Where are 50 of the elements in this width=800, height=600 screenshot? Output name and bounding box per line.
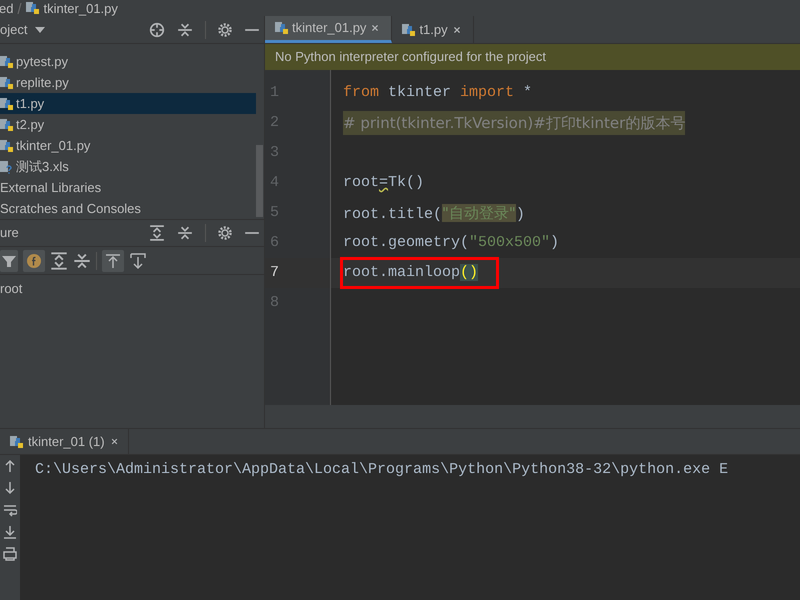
tree-item[interactable]: pytest.py bbox=[0, 51, 256, 72]
filter-icon[interactable] bbox=[0, 250, 18, 272]
panel-title: oject bbox=[0, 20, 28, 39]
console-output: C:\Users\Administrator\AppData\Local\Programs\Python\Python38-32\python.exe E bbox=[35, 460, 728, 480]
locate-icon[interactable] bbox=[149, 22, 165, 38]
expand-all-icon[interactable] bbox=[50, 252, 68, 270]
tree-item[interactable]: t2.py bbox=[0, 114, 256, 135]
tree-item[interactable]: t1.py bbox=[0, 93, 256, 114]
python-file-icon bbox=[0, 54, 14, 68]
python-file-icon bbox=[26, 1, 40, 15]
python-file-icon bbox=[10, 434, 24, 448]
breadcrumb-separator-icon bbox=[17, 2, 22, 14]
scroll-to-source-icon[interactable] bbox=[129, 252, 147, 270]
arrow-up-icon[interactable] bbox=[3, 459, 17, 473]
editor-tab[interactable]: tkinter_01.py bbox=[265, 16, 392, 43]
code-line: root=Tk() bbox=[343, 173, 424, 193]
tree-item[interactable]: 测试3.xls bbox=[0, 156, 256, 177]
structure-item[interactable]: root bbox=[0, 278, 22, 299]
collapse-all-icon[interactable] bbox=[177, 225, 193, 241]
python-file-icon bbox=[0, 96, 14, 110]
tree-item[interactable]: replite.py bbox=[0, 72, 256, 93]
show-fields-icon[interactable] bbox=[23, 250, 45, 272]
code-line: from tkinter import * bbox=[343, 83, 532, 103]
soft-wrap-icon[interactable] bbox=[3, 503, 17, 517]
python-file-icon bbox=[0, 138, 14, 152]
python-file-icon bbox=[275, 21, 289, 35]
settings-icon[interactable] bbox=[218, 22, 232, 36]
print-icon[interactable] bbox=[3, 547, 17, 561]
code-line: root.geometry("500x500") bbox=[343, 233, 560, 253]
code-line: root.mainloop() bbox=[343, 263, 478, 283]
interpreter-warning-banner: No Python interpreter configured for the project bbox=[265, 44, 800, 70]
scrollbar-thumb[interactable] bbox=[256, 145, 263, 217]
expand-all-icon[interactable] bbox=[149, 225, 165, 241]
dropdown-caret-icon[interactable] bbox=[35, 26, 46, 32]
unknown-file-icon bbox=[0, 160, 14, 174]
python-file-icon bbox=[0, 118, 14, 132]
panel-title: ure bbox=[0, 224, 19, 242]
scroll-from-source-icon[interactable] bbox=[102, 250, 124, 272]
python-file-icon bbox=[402, 22, 416, 36]
collapse-all-icon[interactable] bbox=[73, 252, 91, 270]
tree-item[interactable]: tkinter_01.py bbox=[0, 135, 256, 156]
settings-icon[interactable] bbox=[218, 226, 232, 240]
python-file-icon bbox=[0, 76, 14, 90]
tree-item[interactable]: Scratches and Consoles bbox=[0, 198, 256, 219]
editor-tab[interactable]: t1.py bbox=[392, 16, 474, 43]
scroll-to-end-icon[interactable] bbox=[3, 525, 17, 539]
tree-item[interactable]: External Libraries bbox=[0, 177, 256, 198]
collapse-all-icon[interactable] bbox=[177, 22, 193, 38]
arrow-down-icon[interactable] bbox=[3, 481, 17, 495]
breadcrumb-item[interactable]: tkinter_01.py bbox=[43, 2, 118, 14]
